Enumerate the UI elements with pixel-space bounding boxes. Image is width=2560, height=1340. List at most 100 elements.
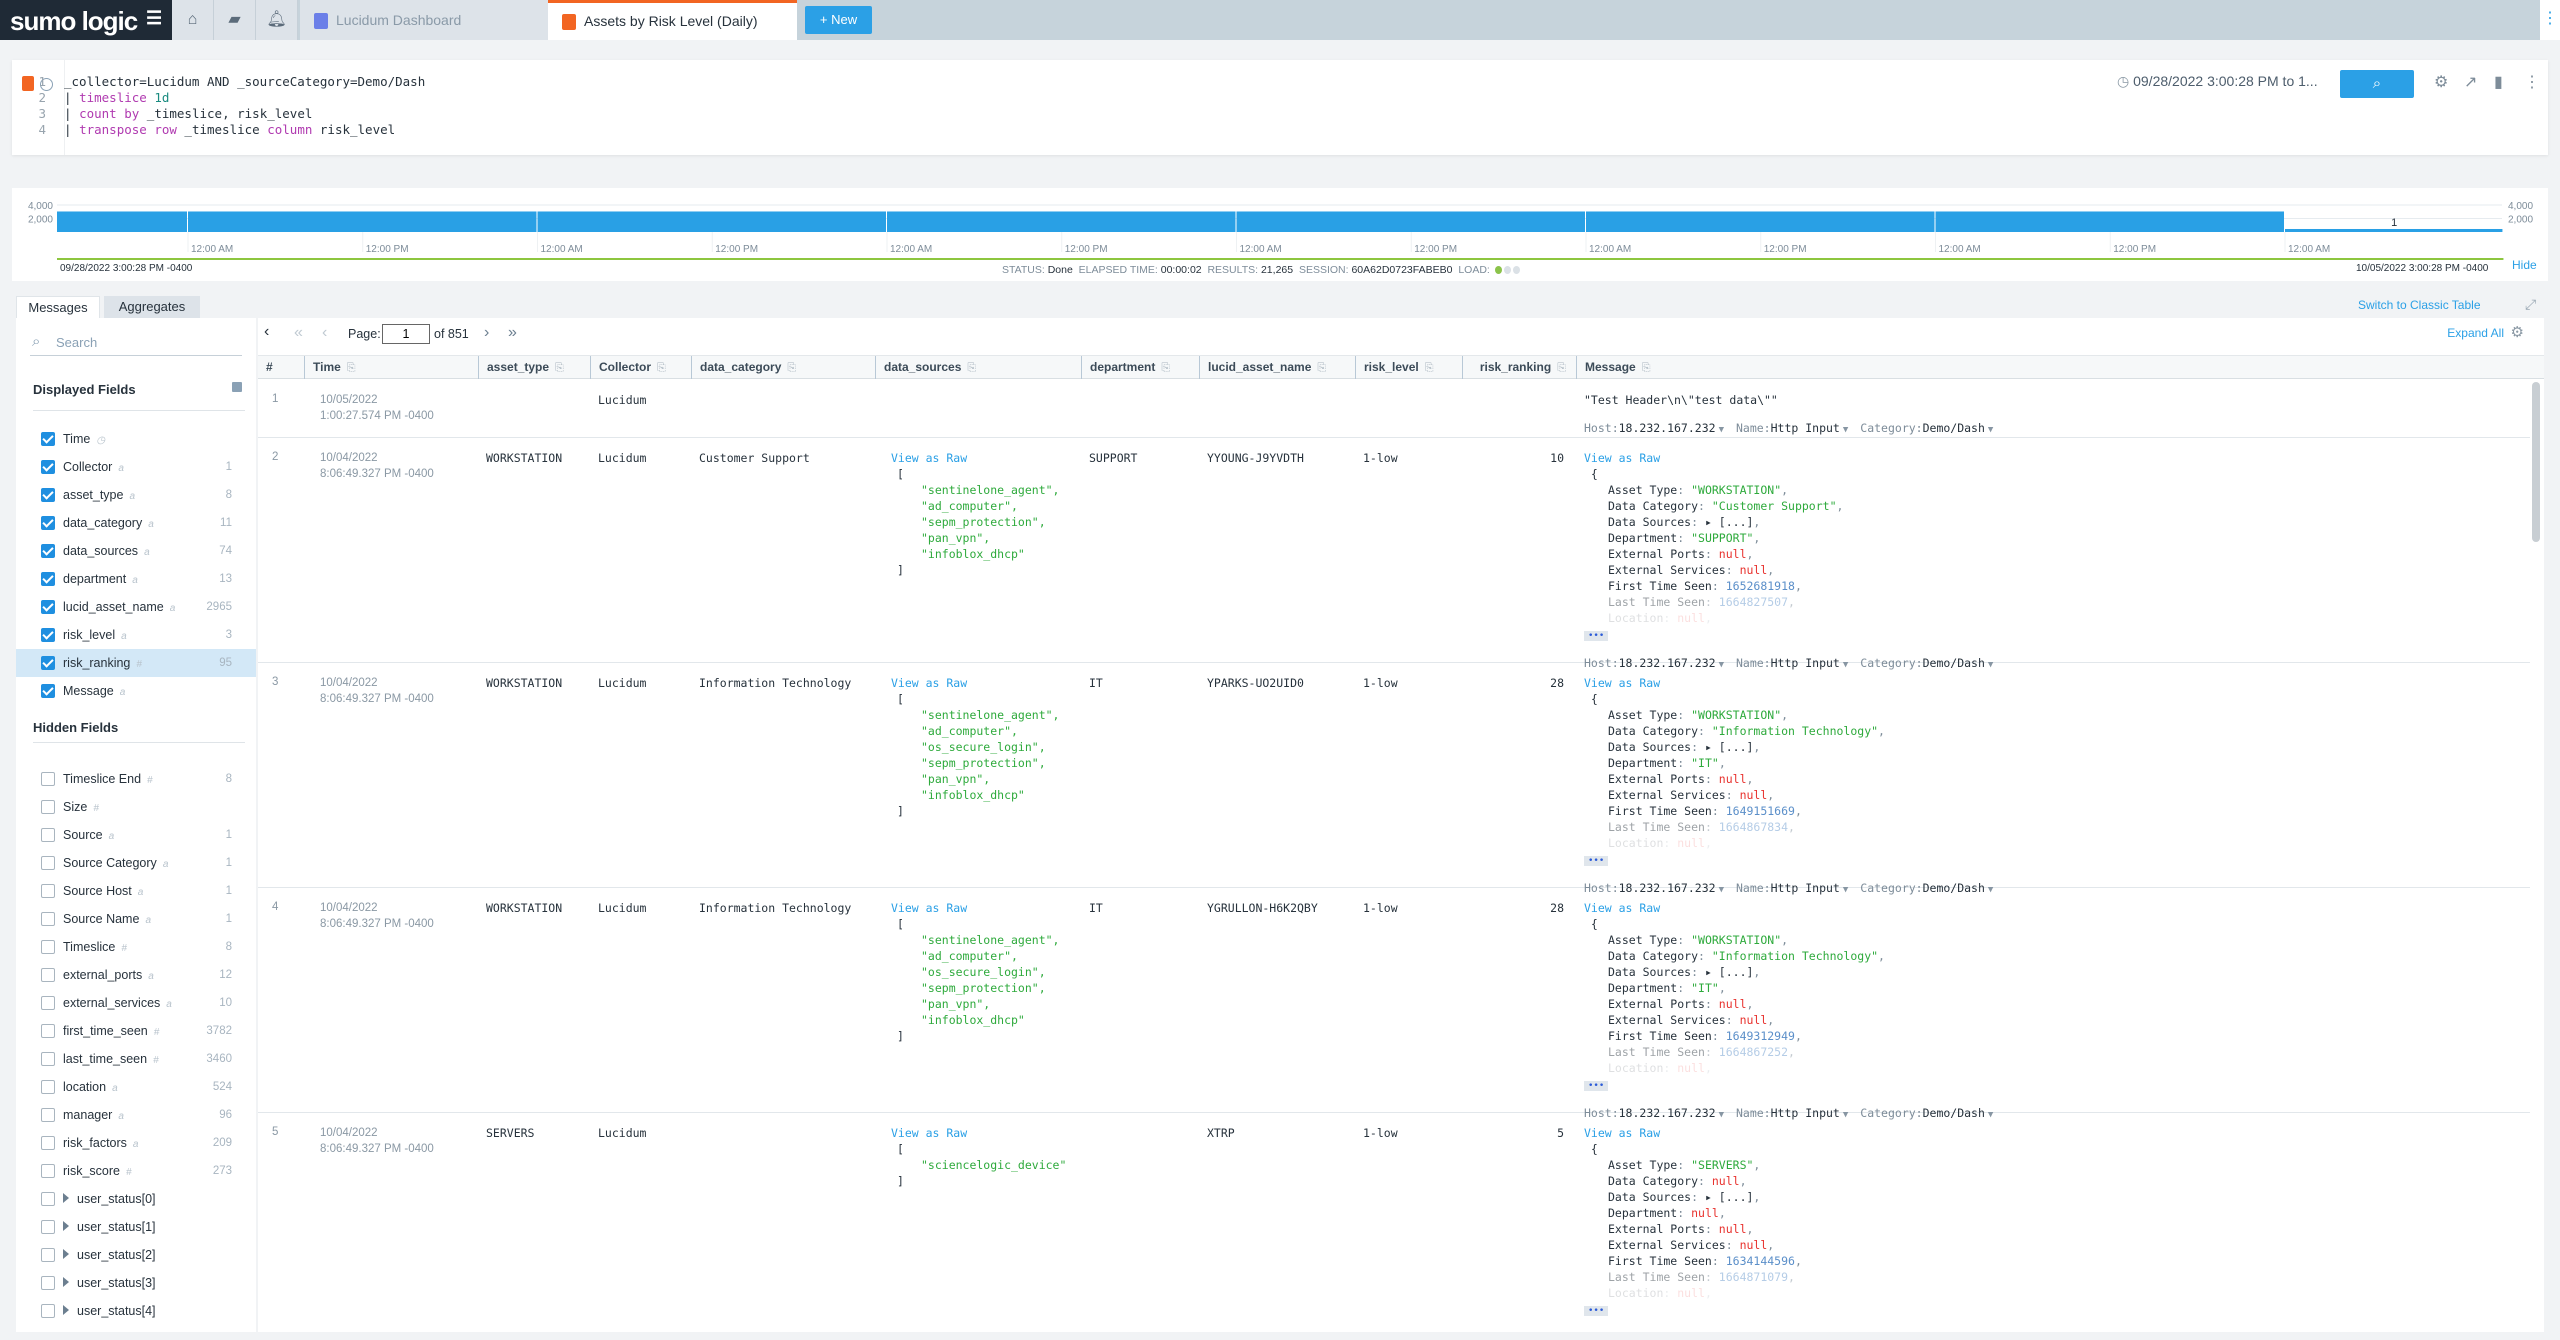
field-item[interactable]: location a 524: [16, 1073, 256, 1101]
field-checkbox[interactable]: [41, 460, 55, 474]
field-item[interactable]: user_status[4]: [16, 1297, 256, 1325]
tab-lucidum-dashboard[interactable]: Lucidum Dashboard: [300, 0, 548, 40]
field-checkbox[interactable]: [41, 1080, 55, 1094]
field-checkbox[interactable]: [41, 656, 55, 670]
show-more-button[interactable]: •••: [1584, 1306, 1609, 1316]
field-checkbox[interactable]: [41, 856, 55, 870]
json-collapsed-array[interactable]: ▸ [...]: [1705, 515, 1753, 529]
view-as-raw-link[interactable]: View as Raw: [1584, 450, 2005, 466]
sumo-logic-logo[interactable]: sumo logic ☰: [0, 0, 172, 40]
table-settings-gear-icon[interactable]: ⚙: [2511, 323, 2524, 341]
field-checkbox[interactable]: [41, 488, 55, 502]
dropdown-arrow-icon[interactable]: ▼: [1843, 425, 1848, 435]
view-as-raw-link[interactable]: View as Raw: [891, 675, 1059, 691]
field-item[interactable]: Timeslice End #8: [16, 765, 256, 793]
field-checkbox[interactable]: [41, 772, 55, 786]
field-search-input[interactable]: ⌕ Search: [30, 330, 242, 356]
show-more-button[interactable]: •••: [1584, 1081, 1609, 1091]
field-checkbox[interactable]: [41, 572, 55, 586]
table-row[interactable]: 3 10/04/2022 8:06:49.327 PM -0400 WORKSTATI…: [258, 663, 2530, 895]
field-item[interactable]: Size #: [16, 793, 256, 821]
field-item[interactable]: risk_level a 3: [16, 621, 256, 649]
query-line[interactable]: 1 _collector=Lucidum AND _sourceCategory=…: [38, 74, 425, 90]
tab-messages[interactable]: Messages: [16, 296, 100, 318]
copy-icon[interactable]: ⎘: [1317, 362, 1326, 374]
copy-icon[interactable]: ⎘: [1161, 362, 1170, 374]
copy-icon[interactable]: ⎘: [347, 362, 356, 374]
field-checkbox[interactable]: [41, 1276, 55, 1290]
field-checkbox[interactable]: [41, 1248, 55, 1262]
host-value[interactable]: 18.232.167.232: [1619, 421, 1716, 435]
share-icon[interactable]: ↗: [2464, 72, 2477, 92]
copy-icon[interactable]: ⎘: [1425, 362, 1434, 374]
last-page-icon[interactable]: »: [508, 324, 517, 342]
field-checkbox[interactable]: [41, 600, 55, 614]
field-item[interactable]: user_status[3]: [16, 1269, 256, 1297]
home-icon[interactable]: ⌂: [172, 0, 214, 40]
copy-icon[interactable]: ⎘: [1557, 362, 1566, 374]
expand-arrow-icon[interactable]: [63, 1305, 69, 1315]
field-item[interactable]: user_status[0]: [16, 1185, 256, 1213]
field-checkbox[interactable]: [41, 544, 55, 558]
more-icon[interactable]: ⋮: [2524, 72, 2540, 92]
copy-icon[interactable]: ⎘: [1642, 362, 1651, 374]
column-header[interactable]: data_sources ⎘: [875, 356, 1081, 379]
field-checkbox[interactable]: [41, 1304, 55, 1318]
field-item[interactable]: user_status[2]: [16, 1241, 256, 1269]
view-as-raw-link[interactable]: View as Raw: [891, 900, 1059, 916]
bell-icon[interactable]: 🔔︎: [256, 0, 298, 40]
time-range-picker[interactable]: ◷ 09/28/2022 3:00:28 PM to 1...: [2117, 73, 2318, 90]
field-checkbox[interactable]: [41, 628, 55, 642]
column-header[interactable]: asset_type ⎘: [478, 356, 590, 379]
field-checkbox[interactable]: [41, 432, 55, 446]
field-checkbox[interactable]: [41, 912, 55, 926]
copy-icon[interactable]: ⎘: [967, 362, 976, 374]
more-options-icon[interactable]: ⋮: [2540, 0, 2560, 40]
fullscreen-icon[interactable]: ⤢: [2525, 296, 2536, 313]
query-line[interactable]: 4 | transpose row _timeslice column risk_…: [38, 122, 395, 138]
field-item[interactable]: Source a 1: [16, 821, 256, 849]
vertical-scrollbar[interactable]: [2532, 382, 2540, 542]
column-header[interactable]: Collector ⎘: [590, 356, 691, 379]
dropdown-arrow-icon[interactable]: ▼: [1988, 425, 1993, 435]
field-item[interactable]: user_status[1]: [16, 1213, 256, 1241]
field-checkbox[interactable]: [41, 1052, 55, 1066]
field-item[interactable]: Source Category a 1: [16, 849, 256, 877]
view-as-raw-link[interactable]: View as Raw: [1584, 900, 2005, 916]
column-header[interactable]: Message ⎘: [1576, 356, 2530, 379]
copy-icon[interactable]: ⎘: [657, 362, 666, 374]
field-checkbox[interactable]: [41, 1192, 55, 1206]
field-item[interactable]: Time ◷: [16, 425, 256, 453]
field-checkbox[interactable]: [41, 800, 55, 814]
prev-page-icon[interactable]: ‹: [322, 324, 327, 342]
column-header[interactable]: department ⎘: [1081, 356, 1199, 379]
field-item[interactable]: Source Name a 1: [16, 905, 256, 933]
name-value[interactable]: Http Input: [1771, 421, 1840, 435]
query-line[interactable]: 2 | timeslice 1d: [38, 90, 169, 106]
tab-assets-by-risk-level[interactable]: Assets by Risk Level (Daily): [548, 0, 797, 40]
show-more-button[interactable]: •••: [1584, 856, 1609, 866]
json-collapsed-array[interactable]: ▸ [...]: [1705, 965, 1753, 979]
expand-arrow-icon[interactable]: [63, 1193, 69, 1203]
field-item[interactable]: Source Host a 1: [16, 877, 256, 905]
table-row[interactable]: 4 10/04/2022 8:06:49.327 PM -0400 WORKSTATI…: [258, 888, 2530, 1120]
expand-arrow-icon[interactable]: [63, 1221, 69, 1231]
dropdown-arrow-icon[interactable]: ▼: [1719, 425, 1724, 435]
field-item[interactable]: department a 13: [16, 565, 256, 593]
field-item[interactable]: data_category a 11: [16, 509, 256, 537]
category-value[interactable]: Demo/Dash: [1923, 1331, 1985, 1332]
field-item[interactable]: data_sources a 74: [16, 537, 256, 565]
hide-histogram-link[interactable]: Hide: [2512, 258, 2537, 272]
tab-aggregates[interactable]: Aggregates: [104, 296, 200, 318]
field-item[interactable]: risk_ranking #95: [16, 649, 256, 677]
field-checkbox[interactable]: [41, 684, 55, 698]
view-as-raw-link[interactable]: View as Raw: [1584, 1125, 2005, 1141]
field-checkbox[interactable]: [41, 1108, 55, 1122]
field-item[interactable]: manager a 96: [16, 1101, 256, 1129]
new-button[interactable]: + New: [805, 6, 872, 34]
gear-icon[interactable]: ⚙: [2434, 72, 2448, 92]
page-input[interactable]: [382, 324, 430, 344]
field-item[interactable]: external_services a 10: [16, 989, 256, 1017]
field-item[interactable]: asset_type a 8: [16, 481, 256, 509]
table-row[interactable]: 2 10/04/2022 8:06:49.327 PM -0400 WORKSTATI…: [258, 438, 2530, 670]
